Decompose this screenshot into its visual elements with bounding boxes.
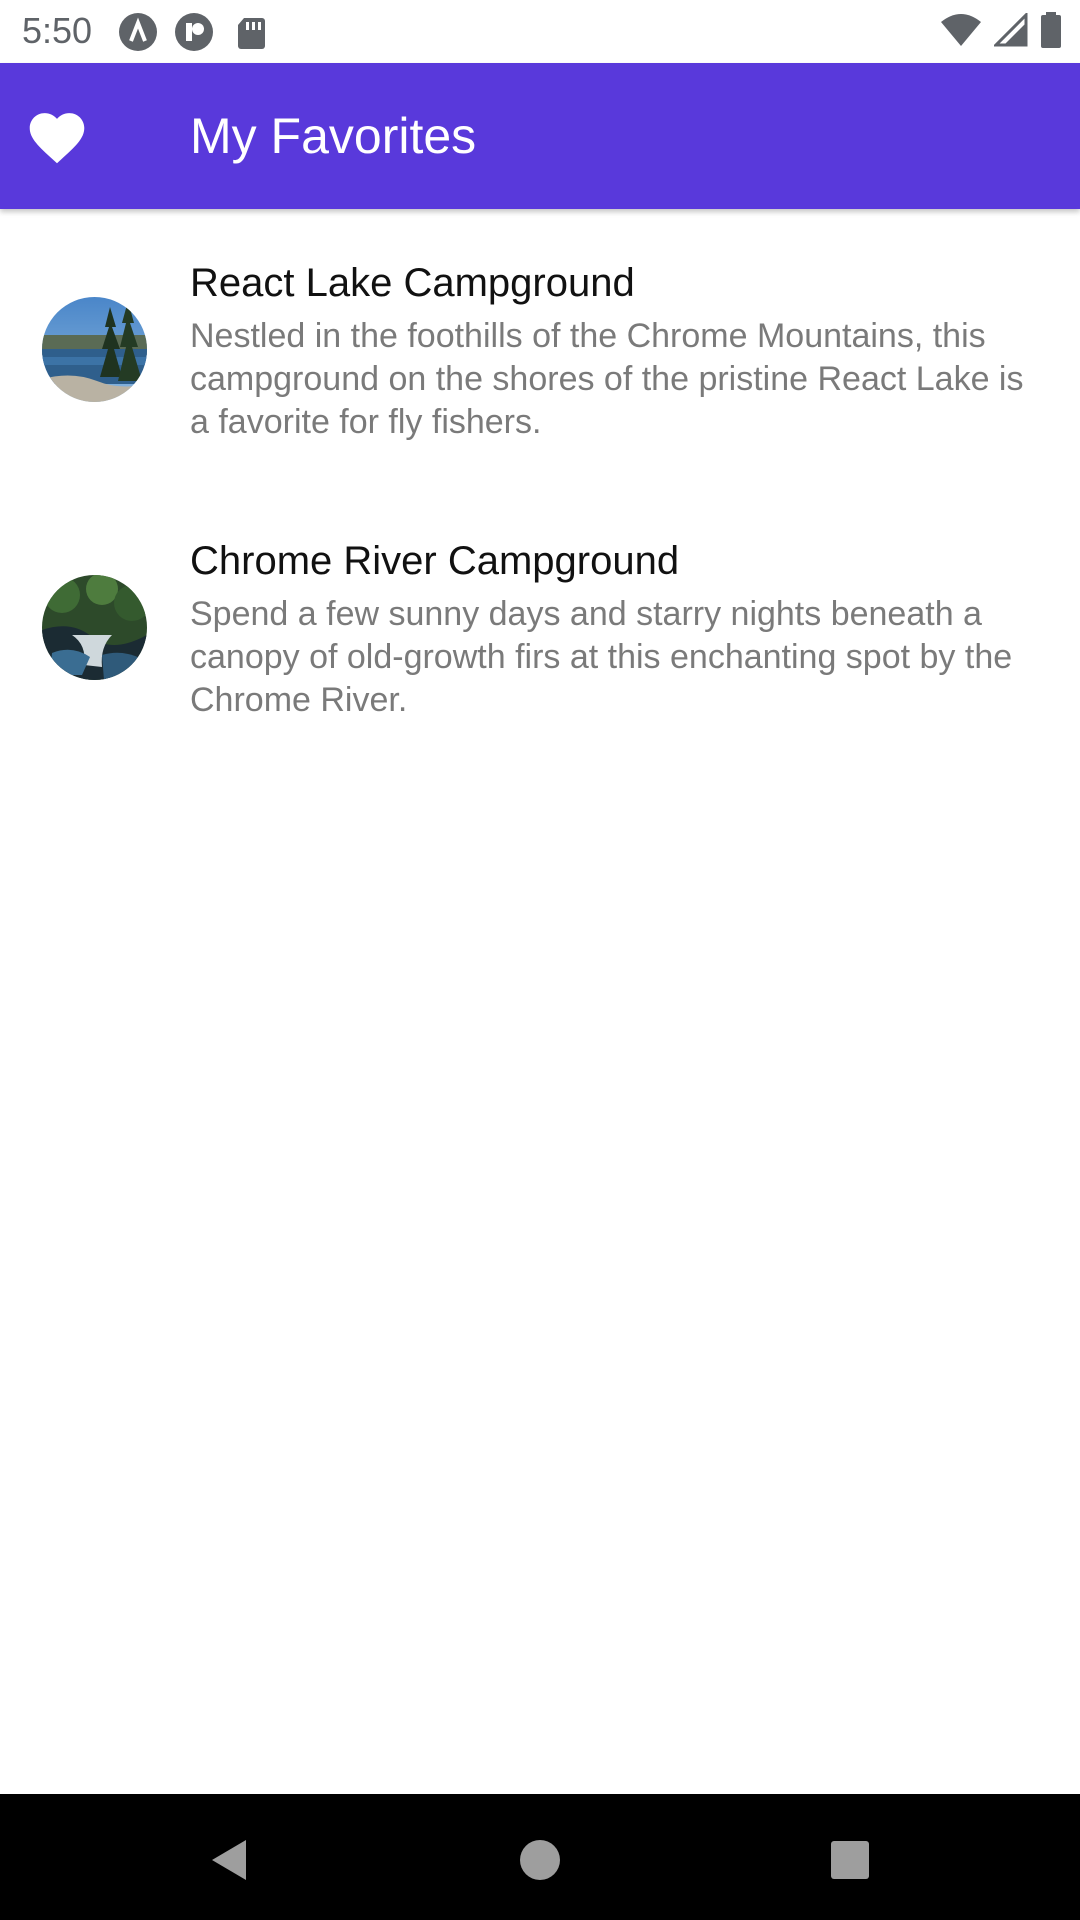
navigation-bar	[0, 1794, 1080, 1920]
campground-thumbnail	[42, 575, 147, 680]
heart-icon[interactable]	[24, 105, 90, 165]
screen: 5:50 My Favorites React Lake Campground …	[0, 0, 1080, 1920]
recents-icon[interactable]	[820, 1830, 880, 1890]
campground-title: React Lake Campground	[190, 261, 635, 305]
notification-icons	[118, 12, 270, 52]
app-notification-icon	[119, 13, 157, 51]
sd-card-icon	[238, 18, 265, 49]
app-notification-icon	[175, 13, 213, 51]
status-time: 5:50	[22, 10, 93, 51]
status-bar: 5:50	[0, 0, 1080, 63]
list-item[interactable]: React Lake Campground Nestled in the foo…	[0, 209, 1080, 487]
lake-photo	[42, 297, 147, 402]
app-bar: My Favorites	[0, 63, 1080, 209]
page-title: My Favorites	[190, 108, 477, 164]
back-icon[interactable]	[200, 1830, 260, 1890]
home-icon[interactable]	[510, 1830, 570, 1890]
campground-thumbnail	[42, 297, 147, 402]
campground-description: Spend a few sunny days and starry nights…	[190, 595, 1013, 719]
system-icons	[940, 12, 1062, 48]
river-photo	[42, 575, 147, 680]
signal-icon	[994, 13, 1028, 47]
campground-description: Nestled in the foothills of the Chrome M…	[190, 317, 1024, 441]
list-item[interactable]: Chrome River Campground Spend a few sunn…	[0, 487, 1080, 765]
battery-icon	[1041, 12, 1061, 48]
wifi-icon	[941, 14, 981, 46]
campground-title: Chrome River Campground	[190, 539, 680, 583]
